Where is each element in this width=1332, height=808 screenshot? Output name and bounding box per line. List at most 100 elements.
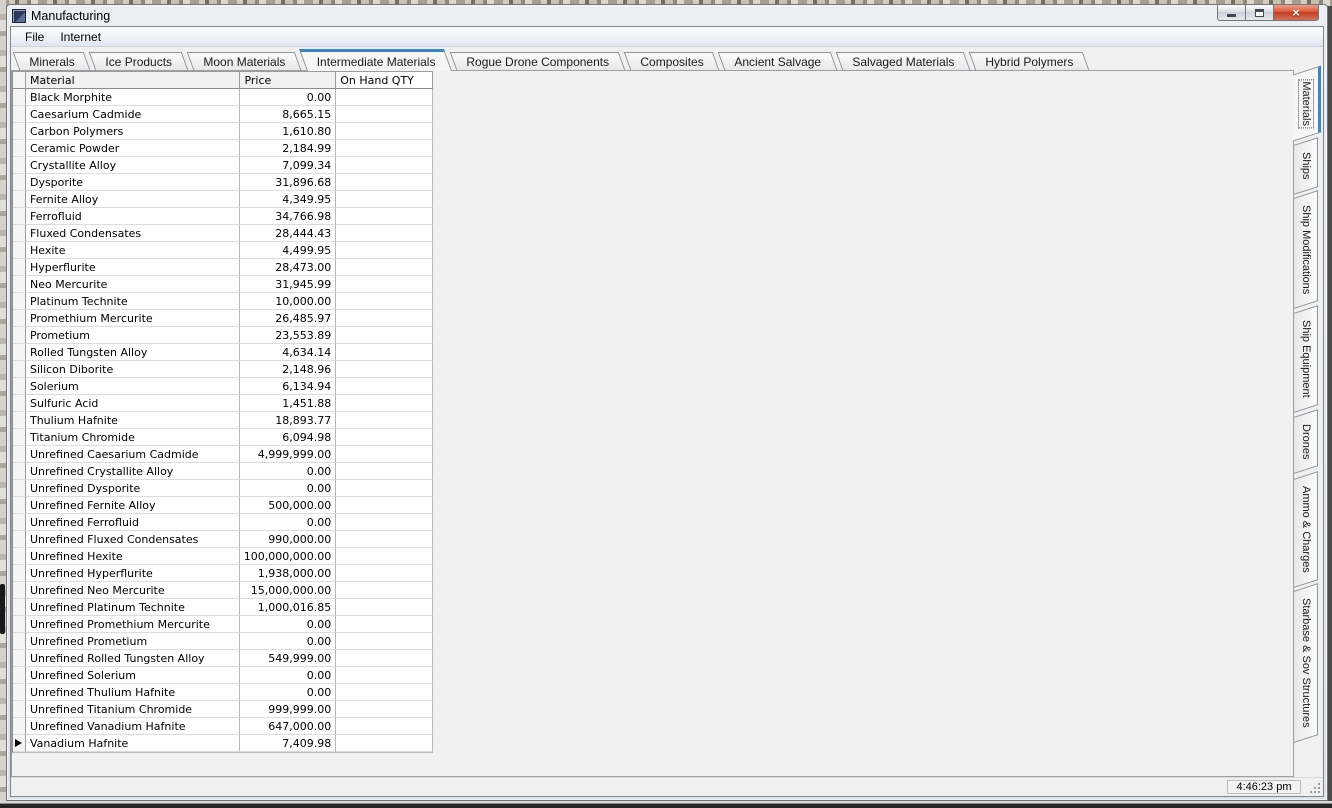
onhand-qty-cell[interactable] <box>336 157 433 174</box>
onhand-qty-cell[interactable] <box>336 327 433 344</box>
material-cell[interactable]: Titanium Chromide <box>25 429 241 446</box>
price-cell[interactable]: 18,893.77 <box>240 412 337 429</box>
material-cell[interactable]: Unrefined Hexite <box>25 548 241 565</box>
price-cell[interactable]: 100,000,000.00 <box>240 548 337 565</box>
material-cell[interactable]: Hyperflurite <box>25 259 241 276</box>
menu-item[interactable]: File <box>17 28 52 46</box>
onhand-qty-cell[interactable] <box>336 378 433 395</box>
row-selector[interactable] <box>13 684 26 701</box>
row-selector[interactable] <box>13 225 26 242</box>
tab-top[interactable]: Minerals <box>12 52 91 70</box>
row-selector[interactable] <box>13 242 26 259</box>
material-cell[interactable]: Unrefined Rolled Tungsten Alloy <box>25 650 241 667</box>
onhand-qty-cell[interactable] <box>336 412 433 429</box>
tab-right[interactable]: Starbase & Sov Structures <box>1294 583 1318 743</box>
material-cell[interactable]: Unrefined Hyperflurite <box>25 565 241 582</box>
material-cell[interactable]: Unrefined Solerium <box>25 667 241 684</box>
price-cell[interactable]: 28,444.43 <box>240 225 337 242</box>
material-cell[interactable]: Unrefined Fluxed Condensates <box>25 531 241 548</box>
onhand-qty-cell[interactable] <box>336 89 433 106</box>
price-cell[interactable]: 0.00 <box>240 480 337 497</box>
onhand-qty-cell[interactable] <box>336 446 433 463</box>
material-cell[interactable]: Unrefined Dysporite <box>25 480 241 497</box>
material-cell[interactable]: Unrefined Neo Mercurite <box>25 582 241 599</box>
material-cell[interactable]: Sulfuric Acid <box>25 395 241 412</box>
onhand-qty-cell[interactable] <box>336 140 433 157</box>
row-selector[interactable] <box>13 616 26 633</box>
tab-top[interactable]: Intermediate Materials <box>299 49 452 71</box>
material-cell[interactable]: Ferrofluid <box>25 208 241 225</box>
onhand-qty-cell[interactable] <box>336 123 433 140</box>
row-selector[interactable] <box>13 480 26 497</box>
price-cell[interactable]: 0.00 <box>240 667 337 684</box>
onhand-qty-cell[interactable] <box>336 497 433 514</box>
row-selector[interactable] <box>13 293 26 310</box>
material-cell[interactable]: Fluxed Condensates <box>25 225 241 242</box>
price-cell[interactable]: 26,485.97 <box>240 310 337 327</box>
tab-right[interactable]: Drones <box>1294 409 1318 475</box>
titlebar[interactable]: Manufacturing <box>12 6 1177 25</box>
onhand-qty-cell[interactable] <box>336 106 433 123</box>
material-cell[interactable]: Prometium <box>25 327 241 344</box>
material-cell[interactable]: Promethium Mercurite <box>25 310 241 327</box>
material-cell[interactable]: Caesarium Cadmide <box>25 106 241 123</box>
onhand-qty-cell[interactable] <box>336 514 433 531</box>
row-selector[interactable] <box>13 497 26 514</box>
price-cell[interactable]: 1,000,016.85 <box>240 599 337 616</box>
material-cell[interactable]: Neo Mercurite <box>25 276 241 293</box>
price-cell[interactable]: 647,000.00 <box>240 718 337 735</box>
tab-top[interactable]: Ice Products <box>89 52 189 70</box>
price-cell[interactable]: 31,896.68 <box>240 174 337 191</box>
price-cell[interactable]: 4,499.95 <box>240 242 337 259</box>
onhand-qty-cell[interactable] <box>336 684 433 701</box>
row-selector[interactable] <box>13 123 26 140</box>
material-cell[interactable]: Crystallite Alloy <box>25 157 241 174</box>
onhand-qty-cell[interactable] <box>336 310 433 327</box>
onhand-qty-cell[interactable] <box>336 718 433 735</box>
onhand-qty-cell[interactable] <box>336 225 433 242</box>
material-cell[interactable]: Black Morphite <box>25 89 241 106</box>
material-cell[interactable]: Carbon Polymers <box>25 123 241 140</box>
row-selector[interactable] <box>13 327 26 344</box>
material-cell[interactable]: Platinum Technite <box>25 293 241 310</box>
material-cell[interactable]: Unrefined Promethium Mercurite <box>25 616 241 633</box>
onhand-qty-cell[interactable] <box>336 735 433 752</box>
column-header-material[interactable]: Material <box>25 71 241 89</box>
onhand-qty-cell[interactable] <box>336 565 433 582</box>
column-header-price[interactable]: Price <box>240 71 337 89</box>
row-selector[interactable] <box>13 361 26 378</box>
row-selector[interactable] <box>13 157 26 174</box>
onhand-qty-cell[interactable] <box>336 429 433 446</box>
onhand-qty-cell[interactable] <box>336 259 433 276</box>
row-selector[interactable] <box>13 582 26 599</box>
row-selector[interactable] <box>13 259 26 276</box>
onhand-qty-cell[interactable] <box>336 174 433 191</box>
onhand-qty-cell[interactable] <box>336 276 433 293</box>
row-selector[interactable] <box>13 412 26 429</box>
material-cell[interactable]: Unrefined Crystallite Alloy <box>25 463 241 480</box>
onhand-qty-cell[interactable] <box>336 463 433 480</box>
tab-top[interactable]: Rogue Drone Components <box>449 52 625 70</box>
row-selector[interactable] <box>13 191 26 208</box>
row-selector[interactable] <box>13 429 26 446</box>
price-cell[interactable]: 1,610.80 <box>240 123 337 140</box>
price-cell[interactable]: 2,148.96 <box>240 361 337 378</box>
price-cell[interactable]: 7,099.34 <box>240 157 337 174</box>
onhand-qty-cell[interactable] <box>336 480 433 497</box>
row-selector[interactable] <box>13 395 26 412</box>
material-cell[interactable]: Hexite <box>25 242 241 259</box>
material-cell[interactable]: Thulium Hafnite <box>25 412 241 429</box>
tab-top[interactable]: Composites <box>623 52 720 70</box>
row-selector[interactable] <box>13 565 26 582</box>
material-cell[interactable]: Silicon Diborite <box>25 361 241 378</box>
material-cell[interactable]: Vanadium Hafnite <box>25 735 241 752</box>
price-cell[interactable]: 0.00 <box>240 89 337 106</box>
price-cell[interactable]: 4,999,999.00 <box>240 446 337 463</box>
price-cell[interactable]: 8,665.15 <box>240 106 337 123</box>
row-selector[interactable] <box>13 548 26 565</box>
onhand-qty-cell[interactable] <box>336 191 433 208</box>
tab-right[interactable]: Ships <box>1294 136 1318 195</box>
price-cell[interactable]: 0.00 <box>240 616 337 633</box>
material-cell[interactable]: Rolled Tungsten Alloy <box>25 344 241 361</box>
tab-top[interactable]: Hybrid Polymers <box>968 52 1090 70</box>
